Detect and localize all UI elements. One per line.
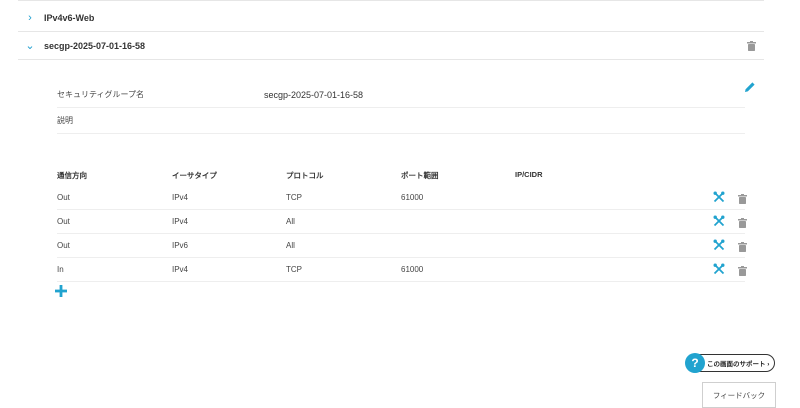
- trash-icon[interactable]: [747, 41, 756, 51]
- table-row: Out IPv6 All: [57, 234, 747, 258]
- column-header-ethertype: イーサタイプ: [172, 171, 217, 180]
- description-label: 説明: [57, 116, 73, 125]
- trash-icon[interactable]: [738, 215, 747, 233]
- cell-protocol: TCP: [286, 265, 302, 274]
- edit-rule-icon[interactable]: [713, 263, 725, 275]
- trash-icon[interactable]: [738, 239, 747, 257]
- column-header-direction: 通信方向: [57, 171, 87, 180]
- column-header-port-range: ポート範囲: [401, 171, 439, 180]
- edit-rule-icon[interactable]: [713, 215, 725, 227]
- group-row-ipv4v6-web[interactable]: › IPv4v6-Web: [18, 4, 764, 32]
- name-value: secgp-2025-07-01-16-58: [264, 89, 364, 100]
- table-row: Out IPv4 All: [57, 210, 747, 234]
- trash-icon[interactable]: [738, 191, 747, 209]
- cell-port: 61000: [401, 193, 424, 202]
- chevron-right-icon[interactable]: ›: [18, 12, 40, 24]
- support-label[interactable]: この画面のサポート ›: [707, 358, 769, 368]
- trash-icon[interactable]: [738, 263, 747, 281]
- name-label: セキュリティグループ名: [57, 90, 145, 99]
- cell-protocol: All: [286, 217, 295, 226]
- cell-ethertype: IPv4: [172, 193, 189, 202]
- edit-rule-icon[interactable]: [713, 191, 725, 203]
- detail-name-row: セキュリティグループ名 secgp-2025-07-01-16-58: [57, 82, 745, 108]
- cell-direction: Out: [57, 241, 70, 250]
- top-divider: [18, 0, 764, 1]
- cell-protocol: All: [286, 241, 295, 250]
- help-icon[interactable]: ?: [685, 353, 705, 373]
- cell-direction: Out: [57, 217, 70, 226]
- add-rule-plus-icon[interactable]: [55, 285, 67, 297]
- cell-port: 61000: [401, 265, 424, 274]
- cell-protocol: TCP: [286, 193, 302, 202]
- detail-description-row: 説明: [57, 108, 745, 134]
- cell-direction: In: [57, 265, 64, 274]
- group-row-secgp[interactable]: ⌄ secgp-2025-07-01-16-58: [18, 32, 764, 60]
- screen-support-button[interactable]: ? この画面のサポート ›: [685, 353, 775, 373]
- edit-rule-icon[interactable]: [713, 239, 725, 251]
- group-name[interactable]: secgp-2025-07-01-16-58: [44, 41, 145, 51]
- table-row: In IPv4 TCP 61000: [57, 258, 747, 282]
- chevron-down-icon[interactable]: ⌄: [18, 39, 40, 52]
- cell-ethertype: IPv4: [172, 217, 189, 226]
- column-header-protocol: プロトコル: [286, 171, 324, 180]
- table-row: Out IPv4 TCP 61000: [57, 186, 747, 210]
- group-name[interactable]: IPv4v6-Web: [44, 13, 94, 23]
- column-header-ip-cidr: IP/CIDR: [515, 170, 543, 179]
- feedback-button[interactable]: フィードバック: [702, 382, 776, 408]
- cell-direction: Out: [57, 193, 70, 202]
- cell-ethertype: IPv4: [172, 265, 189, 274]
- cell-ethertype: IPv6: [172, 241, 189, 250]
- pencil-icon[interactable]: [744, 81, 756, 93]
